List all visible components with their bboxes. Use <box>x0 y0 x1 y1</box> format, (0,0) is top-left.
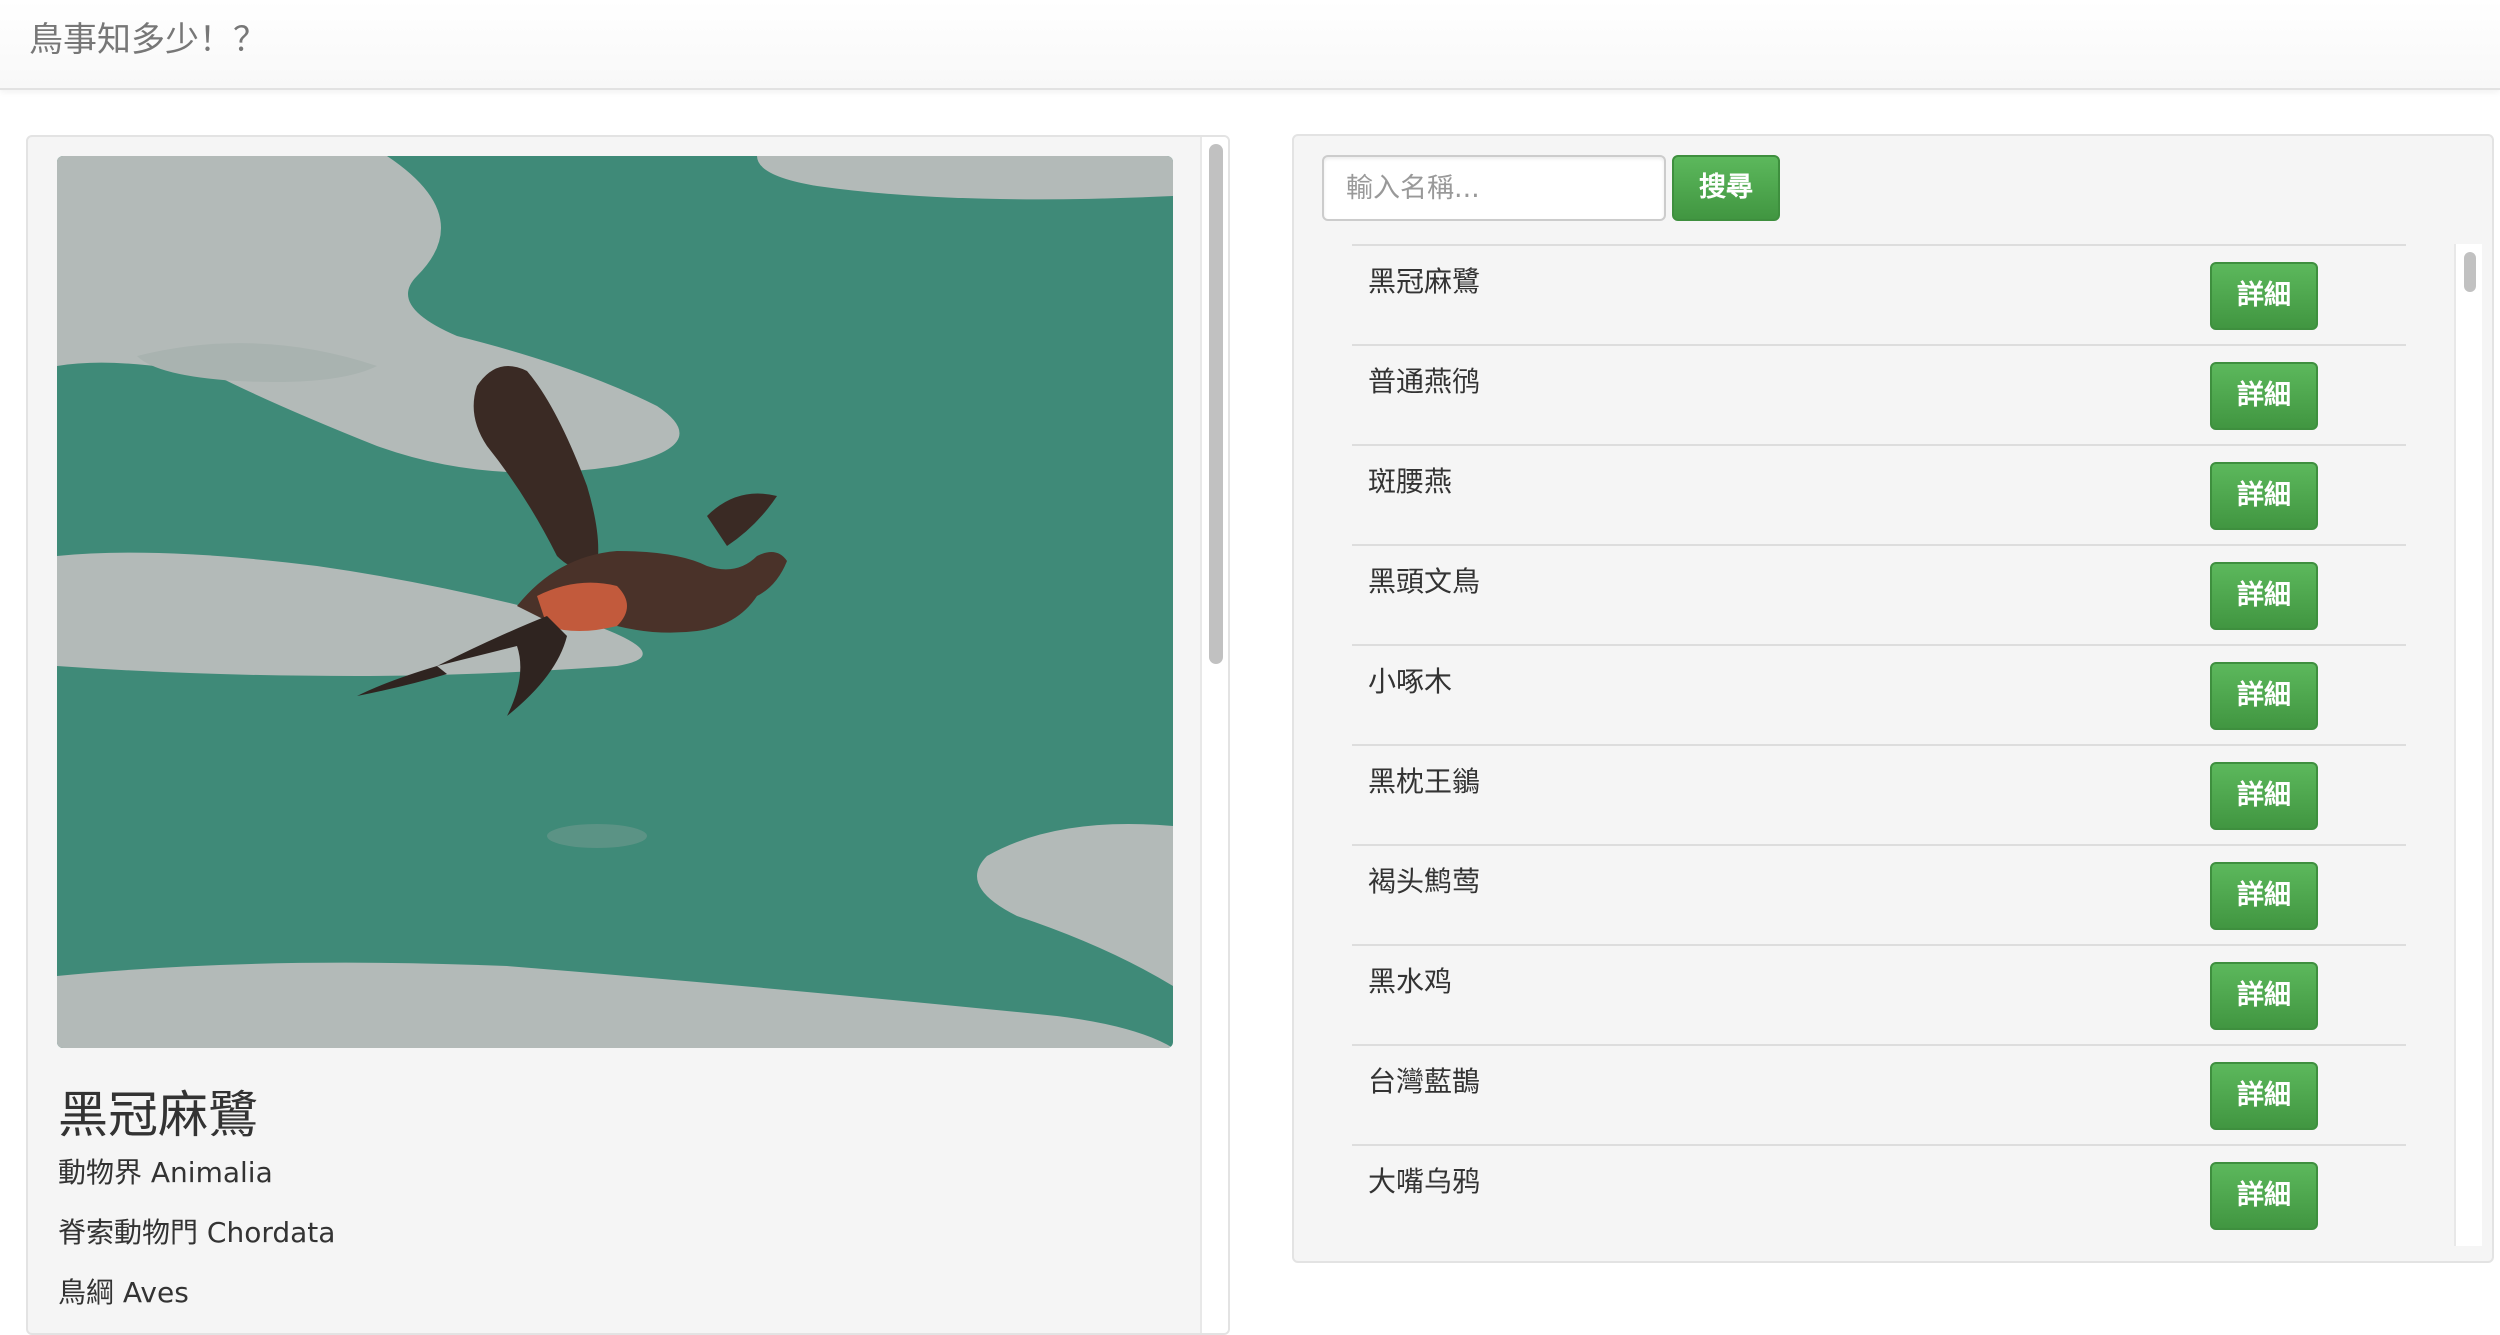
list-item: 小啄木 詳細 <box>1352 644 2406 744</box>
bird-name: 台灣藍鵲 <box>1368 1065 1481 1098</box>
detail-button[interactable]: 詳細 <box>2210 362 2318 430</box>
list-scrollbar[interactable] <box>2454 244 2482 1246</box>
detail-button[interactable]: 詳細 <box>2210 1162 2318 1230</box>
bird-name: 褐头鹪莺 <box>1368 865 1481 898</box>
detail-scrollbar-thumb[interactable] <box>1209 144 1223 664</box>
bird-photo-image <box>57 156 1173 1048</box>
list-item: 黑頭文鳥 詳細 <box>1352 544 2406 644</box>
bird-name: 黑冠麻鷺 <box>1368 265 1481 298</box>
list-item: 斑腰燕 詳細 <box>1352 444 2406 544</box>
list-item: 黑水鸡 詳細 <box>1352 944 2406 1044</box>
bird-list: 黑冠麻鷺 詳細 普通燕鸻 詳細 斑腰燕 詳細 黑頭文鳥 詳細 小啄木 詳細 黑枕… <box>1352 244 2406 1244</box>
list-item: 台灣藍鵲 詳細 <box>1352 1044 2406 1144</box>
list-item: 黑枕王鶲 詳細 <box>1352 744 2406 844</box>
detail-button[interactable]: 詳細 <box>2210 262 2318 330</box>
bird-name: 黑水鸡 <box>1368 965 1453 998</box>
bird-list-panel: 搜尋 黑冠麻鷺 詳細 普通燕鸻 詳細 斑腰燕 詳細 黑頭文鳥 詳細 小啄木 詳細 <box>1292 134 2494 1263</box>
bird-photo <box>57 156 1173 1048</box>
detail-scrollbar[interactable] <box>1200 137 1228 1333</box>
bird-name: 小啄木 <box>1368 665 1453 698</box>
list-item: 黑冠麻鷺 詳細 <box>1352 244 2406 344</box>
site-brand[interactable]: 鳥事知多少！？ <box>29 18 267 62</box>
bird-name: 大嘴乌鸦 <box>1368 1165 1481 1198</box>
detail-button[interactable]: 詳細 <box>2210 762 2318 830</box>
taxon-kingdom: 動物界 Animalia <box>58 1156 273 1189</box>
detail-button[interactable]: 詳細 <box>2210 1062 2318 1130</box>
taxon-phylum: 脊索動物門 Chordata <box>58 1216 336 1249</box>
bird-name: 黑頭文鳥 <box>1368 565 1481 598</box>
bird-list-viewport: 黑冠麻鷺 詳細 普通燕鸻 詳細 斑腰燕 詳細 黑頭文鳥 詳細 小啄木 詳細 黑枕… <box>1322 244 2482 1246</box>
list-item: 褐头鹪莺 詳細 <box>1352 844 2406 944</box>
detail-button[interactable]: 詳細 <box>2210 962 2318 1030</box>
list-scrollbar-thumb[interactable] <box>2464 252 2476 292</box>
bird-name: 斑腰燕 <box>1368 465 1453 498</box>
list-item: 普通燕鸻 詳細 <box>1352 344 2406 444</box>
list-item: 大嘴乌鸦 詳細 <box>1352 1144 2406 1244</box>
detail-button[interactable]: 詳細 <box>2210 462 2318 530</box>
bird-name: 普通燕鸻 <box>1368 365 1481 398</box>
taxon-class: 鳥綱 Aves <box>58 1276 189 1309</box>
detail-button[interactable]: 詳細 <box>2210 562 2318 630</box>
bird-name: 黑枕王鶲 <box>1368 765 1481 798</box>
detail-button[interactable]: 詳細 <box>2210 662 2318 730</box>
detail-button[interactable]: 詳細 <box>2210 862 2318 930</box>
search-button[interactable]: 搜尋 <box>1672 155 1780 221</box>
top-navbar: 鳥事知多少！？ <box>0 0 2500 90</box>
species-title: 黑冠麻鷺 <box>58 1086 258 1144</box>
bird-detail-panel: 黑冠麻鷺 動物界 Animalia 脊索動物門 Chordata 鳥綱 Aves <box>26 135 1230 1335</box>
search-input[interactable] <box>1322 155 1666 221</box>
